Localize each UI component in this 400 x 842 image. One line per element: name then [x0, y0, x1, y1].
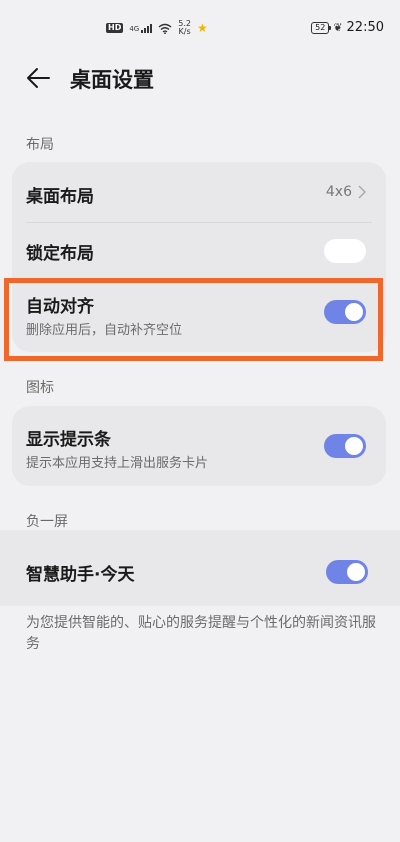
arrow-left-icon	[27, 68, 50, 88]
battery-icon: 52	[311, 21, 332, 34]
page-title: 桌面设置	[70, 68, 154, 92]
section-label-layout: 布局	[26, 137, 54, 153]
status-right: 52 ❦ 22:50	[311, 20, 384, 35]
chevron-right-icon	[358, 185, 366, 199]
smart-assistant-description: 为您提供智能的、贴心的服务提醒与个性化的新闻资讯服务	[26, 615, 376, 652]
status-icons: HD 4G 5.2 K/s ★	[106, 20, 208, 36]
toggle-knob	[345, 437, 363, 455]
leaf-icon: ❦	[333, 21, 343, 34]
section-label-icons: 图标	[26, 380, 54, 396]
toggle-knob	[345, 303, 363, 321]
icons-card: 显示提示条 提示本应用支持上滑出服务卡片	[12, 406, 386, 486]
toggle-knob	[347, 563, 365, 581]
show-badge-subtitle: 提示本应用支持上滑出服务卡片	[26, 456, 209, 471]
desktop-layout-row[interactable]: 桌面布局 4x6	[12, 162, 386, 222]
section-label-minus-one: 负一屏	[26, 514, 68, 530]
lock-layout-title: 锁定布局	[26, 244, 94, 264]
smart-assistant-title: 智慧助手·今天	[26, 565, 135, 585]
auto-align-title: 自动对齐	[26, 297, 94, 317]
desktop-layout-title: 桌面布局	[26, 187, 94, 207]
status-bar: HD 4G 5.2 K/s ★ 52 ❦ 22:50	[0, 0, 400, 56]
star-icon: ★	[196, 21, 208, 35]
network-speed: 5.2 K/s	[178, 19, 191, 36]
toggle-knob	[327, 242, 345, 260]
hd-badge: HD	[106, 23, 124, 33]
smart-assistant-row: 智慧助手·今天	[0, 530, 400, 606]
auto-align-row: 自动对齐 删除应用后，自动补齐空位	[12, 282, 386, 352]
auto-align-toggle[interactable]	[324, 300, 366, 324]
lock-layout-toggle[interactable]	[324, 239, 366, 263]
app-header: 桌面设置	[0, 56, 400, 100]
back-button[interactable]	[20, 60, 56, 96]
auto-align-subtitle: 删除应用后，自动补齐空位	[26, 323, 183, 338]
clock: 22:50	[346, 20, 384, 35]
desktop-layout-value: 4x6	[326, 184, 366, 200]
show-badge-toggle[interactable]	[324, 434, 366, 458]
show-badge-title: 显示提示条	[26, 430, 111, 450]
wifi-icon	[158, 23, 172, 34]
layout-card: 桌面布局 4x6 锁定布局 自动对齐 删除应用后，自动补齐空位	[12, 162, 386, 352]
cellular-signal-icon: 4G	[129, 23, 153, 33]
lock-layout-row: 锁定布局	[12, 223, 386, 281]
smart-assistant-toggle[interactable]	[326, 560, 368, 584]
show-badge-row: 显示提示条 提示本应用支持上滑出服务卡片	[12, 406, 386, 486]
